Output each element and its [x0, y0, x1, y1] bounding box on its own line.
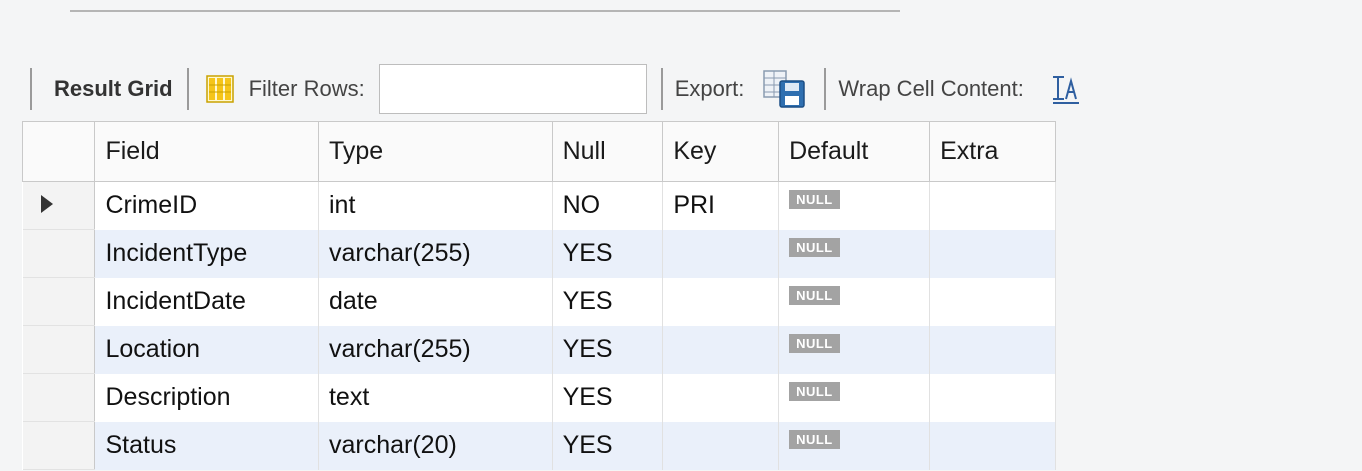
- cell-key[interactable]: [662, 325, 780, 374]
- result-grid-table: Field Type Null Key Default Extra CrimeI…: [21, 121, 1056, 470]
- column-header-default[interactable]: Default: [778, 121, 931, 182]
- table-row[interactable]: Location varchar(255) YES NULL: [22, 325, 1056, 374]
- null-badge: NULL: [789, 333, 840, 353]
- cell-field[interactable]: Location: [94, 325, 319, 374]
- cell-type[interactable]: int: [318, 181, 553, 230]
- cell-default[interactable]: NULL: [778, 421, 931, 470]
- grid-columns-icon[interactable]: [205, 74, 235, 104]
- row-selector[interactable]: [22, 277, 96, 326]
- cell-default[interactable]: NULL: [778, 229, 931, 278]
- cell-field[interactable]: CrimeID: [94, 181, 319, 230]
- null-badge: NULL: [789, 429, 840, 449]
- table-row[interactable]: IncidentType varchar(255) YES NULL: [22, 229, 1056, 278]
- cell-default[interactable]: NULL: [778, 277, 931, 326]
- row-selector[interactable]: [22, 373, 96, 422]
- result-grid-tab[interactable]: Result Grid: [32, 76, 187, 102]
- cell-extra[interactable]: [929, 181, 1056, 230]
- cell-type[interactable]: date: [318, 277, 553, 326]
- filter-rows-label: Filter Rows:: [248, 76, 365, 101]
- wrap-text-icon[interactable]: [1050, 73, 1082, 105]
- cell-field[interactable]: Description: [94, 373, 319, 422]
- cell-null[interactable]: YES: [552, 229, 664, 278]
- table-row[interactable]: Status varchar(20) YES NULL: [22, 421, 1056, 470]
- cell-key[interactable]: [662, 421, 780, 470]
- cell-extra[interactable]: [929, 421, 1056, 470]
- cell-type[interactable]: varchar(20): [318, 421, 553, 470]
- row-selector[interactable]: [22, 229, 96, 278]
- cell-key[interactable]: [662, 277, 780, 326]
- null-badge: NULL: [789, 237, 840, 257]
- export-label: Export:: [674, 76, 745, 101]
- export-save-icon[interactable]: [762, 69, 808, 109]
- column-header-field[interactable]: Field: [94, 121, 319, 182]
- cell-type[interactable]: varchar(255): [318, 229, 553, 278]
- cell-default[interactable]: NULL: [778, 373, 931, 422]
- cell-field[interactable]: IncidentDate: [94, 277, 319, 326]
- row-selector-header[interactable]: [21, 121, 96, 182]
- null-badge: NULL: [789, 381, 840, 401]
- cell-key[interactable]: PRI: [662, 181, 780, 230]
- cell-key[interactable]: [662, 373, 780, 422]
- top-divider: [70, 10, 900, 12]
- cell-extra[interactable]: [929, 277, 1056, 326]
- header-row: Field Type Null Key Default Extra: [21, 121, 1056, 182]
- cell-null[interactable]: YES: [552, 277, 664, 326]
- toolbar-separator: [186, 68, 189, 110]
- cell-extra[interactable]: [929, 229, 1056, 278]
- row-selector[interactable]: [22, 181, 96, 230]
- toolbar-separator: [660, 68, 663, 110]
- null-badge: NULL: [789, 285, 840, 305]
- cell-null[interactable]: YES: [552, 373, 664, 422]
- row-selector[interactable]: [22, 325, 96, 374]
- null-badge: NULL: [789, 190, 840, 209]
- cell-extra[interactable]: [929, 373, 1056, 422]
- cell-null[interactable]: YES: [552, 325, 664, 374]
- column-header-type[interactable]: Type: [317, 121, 553, 182]
- cell-type[interactable]: varchar(255): [318, 325, 553, 374]
- cell-field[interactable]: IncidentType: [94, 229, 319, 278]
- column-header-null[interactable]: Null: [551, 121, 664, 182]
- wrap-cell-content-label: Wrap Cell Content:: [838, 76, 1024, 101]
- current-row-arrow-icon: [40, 195, 53, 213]
- cell-type[interactable]: text: [318, 373, 553, 422]
- toolbar-separator: [824, 68, 827, 110]
- cell-field[interactable]: Status: [94, 421, 319, 470]
- table-row[interactable]: IncidentDate date YES NULL: [22, 277, 1056, 326]
- cell-null[interactable]: NO: [552, 181, 664, 230]
- cell-default[interactable]: NULL: [778, 325, 931, 374]
- cell-null[interactable]: YES: [552, 421, 664, 470]
- row-selector[interactable]: [22, 421, 96, 470]
- column-header-key[interactable]: Key: [662, 121, 780, 182]
- table-row[interactable]: CrimeID int NO PRI NULL: [22, 181, 1056, 230]
- cell-extra[interactable]: [929, 325, 1056, 374]
- cell-key[interactable]: [662, 229, 780, 278]
- table-row[interactable]: Description text YES NULL: [22, 373, 1056, 422]
- filter-rows-input[interactable]: [378, 64, 647, 114]
- column-header-extra[interactable]: Extra: [929, 121, 1056, 182]
- result-toolbar: Result Grid Filter Rows: Export: Wrap Ce…: [30, 57, 1330, 121]
- cell-default[interactable]: NULL: [778, 181, 931, 230]
